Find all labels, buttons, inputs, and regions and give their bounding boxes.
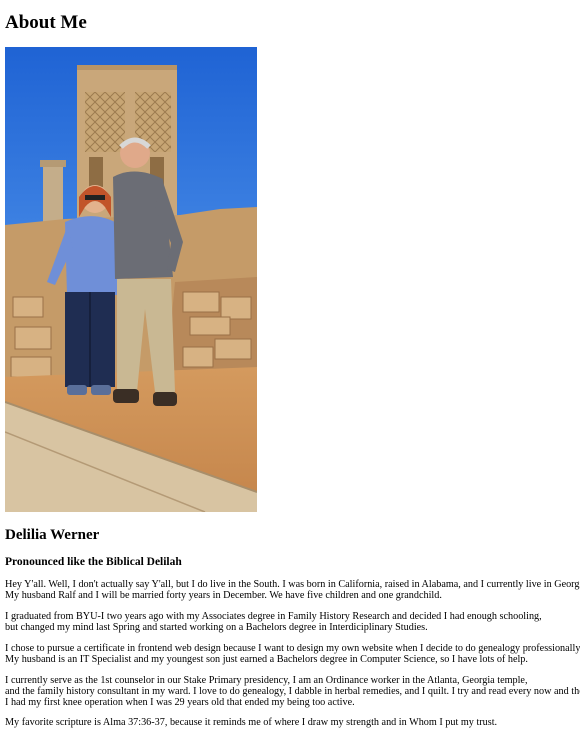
bio-line: I had my first knee operation when I was… (5, 697, 355, 708)
bio-paragraph-service: I currently serve as the 1st counselor i… (5, 675, 580, 708)
profile-name: Delilia Werner (5, 527, 100, 543)
bio-paragraph-web-design: I chose to pursue a certificate in front… (5, 643, 580, 665)
bio-paragraph-education: I graduated from BYU-I two years ago wit… (5, 611, 580, 633)
bio-line: My husband Ralf and I will be married fo… (5, 590, 442, 601)
bio-line: I chose to pursue a certificate in front… (5, 643, 580, 654)
profile-photo-image (5, 47, 257, 512)
bio-line: My husband is an IT Specialist and my yo… (5, 654, 528, 665)
bio-line: I graduated from BYU-I two years ago wit… (5, 611, 542, 622)
bio-paragraph-scripture: My favorite scripture is Alma 37:36-37, … (5, 717, 580, 728)
bio-line: Hey Y'all. Well, I don't actually say Y'… (5, 579, 580, 590)
bio-paragraph-intro: Hey Y'all. Well, I don't actually say Y'… (5, 579, 580, 601)
bio-line: I currently serve as the 1st counselor i… (5, 675, 528, 686)
bio-line: and the family history consultant in my … (5, 686, 580, 697)
profile-photo (5, 47, 257, 512)
pronunciation-note: Pronounced like the Biblical Delilah (5, 556, 182, 568)
bio-line: but changed my mind last Spring and star… (5, 622, 428, 633)
page-title: About Me (5, 12, 87, 33)
bio-line: My favorite scripture is Alma 37:36-37, … (5, 717, 498, 728)
